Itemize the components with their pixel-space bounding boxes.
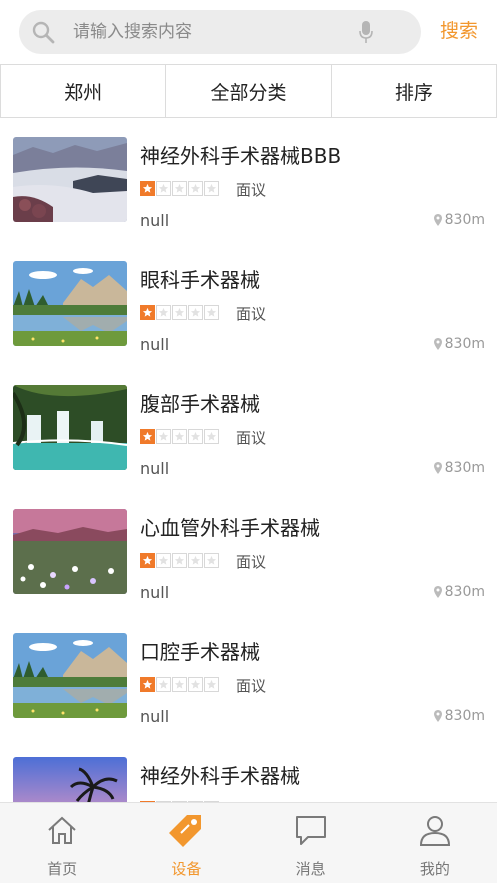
tag-icon [169,815,202,847]
rating-stars [140,429,219,444]
distance: 830m [433,708,485,724]
tab-label: 消息 [295,860,326,878]
star-empty-icon [172,305,187,320]
location-pin-icon [433,462,442,474]
product-thumbnail [13,509,127,594]
product-item[interactable]: 口腔手术器械 面议 null 830m [0,616,497,740]
location-pin-icon [433,586,442,598]
product-title: 心血管外科手术器械 [140,516,320,540]
rating-stars [140,677,219,692]
price-label: 面议 [236,429,267,447]
location-pin-icon [433,710,442,722]
star-empty-icon [156,181,171,196]
product-subtitle: null [140,335,170,354]
distance: 830m [433,584,485,600]
distance-value: 830m [444,336,485,352]
search-icon [32,21,55,44]
product-thumbnail [13,137,127,222]
star-empty-icon [172,677,187,692]
star-filled-icon [140,677,155,692]
product-thumbnail [13,633,127,718]
rating-stars [140,181,219,196]
product-item[interactable]: 眼科手术器械 面议 null 830m [0,244,497,368]
tab-tag[interactable]: 设备 [124,803,248,883]
tab-label: 设备 [171,860,202,878]
product-subtitle: null [140,459,170,478]
star-empty-icon [204,181,219,196]
sort-filter[interactable]: 排序 [330,65,497,117]
product-thumbnail [13,261,127,346]
star-empty-icon [156,429,171,444]
rating-stars [140,305,219,320]
location-pin-icon [433,338,442,350]
product-title: 神经外科手术器械 [140,764,300,788]
home-icon [48,816,76,844]
location-pin-icon [433,214,442,226]
product-item[interactable]: 心血管外科手术器械 面议 null 830m [0,492,497,616]
product-item[interactable]: 神经外科手术器械 面议 null 830m [0,740,497,802]
star-empty-icon [172,553,187,568]
product-thumbnail [13,757,127,802]
search-box[interactable] [19,10,421,54]
star-empty-icon [188,305,203,320]
tab-message[interactable]: 消息 [249,803,373,883]
category-filter[interactable]: 全部分类 [165,65,330,117]
city-filter[interactable]: 郑州 [0,65,165,117]
price-label: 面议 [236,677,267,695]
distance-value: 830m [444,460,485,476]
star-empty-icon [204,553,219,568]
star-empty-icon [204,429,219,444]
star-empty-icon [156,305,171,320]
tab-label: 我的 [419,860,450,878]
price-label: 面议 [236,181,267,199]
product-subtitle: null [140,583,170,602]
star-empty-icon [188,181,203,196]
star-filled-icon [140,181,155,196]
star-empty-icon [156,553,171,568]
star-filled-icon [140,305,155,320]
microphone-icon[interactable] [359,21,373,43]
product-item[interactable]: 神经外科手术器械BBB 面议 null 830m [0,120,497,244]
product-title: 口腔手术器械 [140,640,260,664]
distance-value: 830m [444,584,485,600]
distance: 830m [433,212,485,228]
product-list: 神经外科手术器械BBB 面议 null 830m 眼科手术器械 面议 null … [0,120,497,802]
distance: 830m [433,460,485,476]
distance-value: 830m [444,708,485,724]
product-subtitle: null [140,211,170,230]
price-label: 面议 [236,305,267,323]
product-thumbnail [13,385,127,470]
star-empty-icon [204,677,219,692]
star-empty-icon [188,553,203,568]
star-filled-icon [140,553,155,568]
filter-bar: 郑州 全部分类 排序 [0,64,497,118]
star-empty-icon [188,429,203,444]
star-empty-icon [188,677,203,692]
star-empty-icon [172,429,187,444]
star-empty-icon [156,677,171,692]
user-icon [419,816,450,846]
search-input[interactable] [73,10,353,54]
product-title: 眼科手术器械 [140,268,260,292]
product-title: 神经外科手术器械BBB [140,144,342,168]
rating-stars [140,553,219,568]
search-header: 搜索 [0,0,497,64]
tab-label: 首页 [47,860,78,878]
star-empty-icon [204,305,219,320]
distance-value: 830m [444,212,485,228]
product-title: 腹部手术器械 [140,392,260,416]
star-filled-icon [140,429,155,444]
bottom-tab-bar: 首页 设备 消息 我的 [0,802,497,883]
star-empty-icon [172,181,187,196]
search-button[interactable]: 搜索 [440,16,478,43]
product-subtitle: null [140,707,170,726]
price-label: 面议 [236,553,267,571]
distance: 830m [433,336,485,352]
product-item[interactable]: 腹部手术器械 面议 null 830m [0,368,497,492]
message-icon [295,816,326,845]
tab-user[interactable]: 我的 [373,803,497,883]
tab-home[interactable]: 首页 [0,803,124,883]
